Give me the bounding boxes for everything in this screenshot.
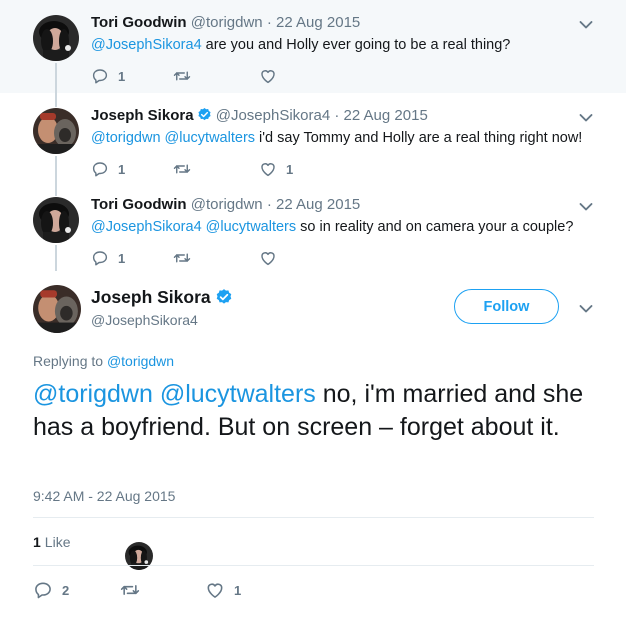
tweet-date[interactable]: 22 Aug 2015	[276, 14, 360, 31]
like-icon	[205, 580, 225, 600]
like-icon	[259, 67, 277, 85]
tweet-body: so in reality and on camera your a coupl…	[296, 219, 574, 235]
thread-connector	[55, 93, 57, 107]
mention-link[interactable]: @torigdwn @lucytwalters	[33, 380, 316, 408]
chevron-down-icon[interactable]	[579, 202, 593, 212]
reply-count: 1	[118, 161, 126, 177]
display-name[interactable]: Tori Goodwin	[91, 14, 187, 31]
tweet-header: Tori Goodwin @torigdwn · 22 Aug 2015	[91, 14, 360, 31]
reply-button[interactable]: 2	[33, 580, 120, 600]
reply-icon	[33, 580, 53, 600]
mention-link[interactable]: @torigdwn @lucytwalters	[91, 130, 255, 146]
mention-link[interactable]: @JosephSikora4	[91, 37, 202, 53]
thread-connector	[55, 182, 57, 196]
reply-icon	[91, 249, 109, 267]
like-button[interactable]: 1	[205, 580, 275, 600]
retweet-button[interactable]	[120, 580, 205, 600]
like-button[interactable]	[259, 67, 329, 85]
mention-link[interactable]: @JosephSikora4 @lucytwalters	[91, 219, 296, 235]
separator-dot: ·	[266, 196, 272, 213]
separator-dot: ·	[266, 14, 272, 31]
verified-badge-icon	[197, 107, 212, 122]
retweet-button[interactable]	[173, 160, 259, 178]
user-handle[interactable]: @torigdwn	[191, 14, 263, 31]
tweet-body: are you and Holly ever going to be a rea…	[201, 37, 511, 53]
replying-prefix: Replying to	[33, 353, 107, 369]
retweet-button[interactable]	[173, 249, 259, 267]
like-count: 1	[286, 161, 294, 177]
avatar[interactable]	[33, 285, 81, 333]
like-count: 1	[234, 582, 242, 598]
tweet-date[interactable]: 22 Aug 2015	[344, 107, 428, 124]
avatar[interactable]	[33, 15, 79, 61]
display-name: Joseph Sikora	[91, 287, 233, 308]
thread-tweet[interactable]: Joseph Sikora @JosephSikora4 · 22 Aug 20…	[0, 93, 626, 182]
tweet-text: @JosephSikora4 are you and Holly ever go…	[91, 37, 510, 53]
reply-icon	[91, 160, 109, 178]
replying-to: Replying to @torigdwn	[33, 353, 174, 369]
retweet-icon	[173, 249, 191, 267]
display-name[interactable]: Joseph Sikora	[91, 107, 194, 124]
thread-connector	[55, 63, 57, 93]
user-handle[interactable]: @JosephSikora4	[91, 312, 198, 328]
like-stat-label[interactable]: Like	[45, 534, 71, 550]
tweet-actions: 1	[91, 248, 329, 268]
reply-count: 2	[62, 582, 70, 598]
like-icon	[259, 249, 277, 267]
avatar[interactable]	[33, 108, 79, 154]
tweet-header: Joseph Sikora @JosephSikora4 · 22 Aug 20…	[91, 107, 428, 124]
separator-dot: ·	[334, 107, 340, 124]
focused-tweet: Joseph Sikora @JosephSikora4 Follow Repl…	[0, 271, 626, 619]
thread-tweet[interactable]: Tori Goodwin @torigdwn · 22 Aug 2015 @Jo…	[0, 0, 626, 93]
thread-tweet[interactable]: Tori Goodwin @torigdwn · 22 Aug 2015 @Jo…	[0, 182, 626, 271]
tweet-text: @torigdwn @lucytwalters i'd say Tommy an…	[91, 130, 582, 146]
divider	[33, 517, 594, 518]
user-handle[interactable]: @torigdwn	[191, 196, 263, 213]
tweet-text: @torigdwn @lucytwalters no, i'm married …	[33, 378, 598, 444]
tweet-actions: 1	[91, 66, 329, 86]
follow-button[interactable]: Follow	[454, 289, 559, 324]
like-stat-count[interactable]: 1	[33, 534, 41, 550]
reply-count: 1	[118, 250, 126, 266]
display-name-text[interactable]: Joseph Sikora	[91, 287, 211, 307]
tweet-text: @JosephSikora4 @lucytwalters so in reali…	[91, 219, 573, 235]
reply-button[interactable]: 1	[91, 160, 173, 178]
tweet-timestamp[interactable]: 9:42 AM - 22 Aug 2015	[33, 488, 175, 504]
tweet-body: i'd say Tommy and Holly are a real thing…	[255, 130, 583, 146]
tweet-actions: 1 1	[91, 159, 329, 179]
thread-connector	[55, 156, 57, 182]
verified-badge-icon	[215, 288, 233, 306]
reply-button[interactable]: 1	[91, 67, 173, 85]
retweet-icon	[173, 160, 191, 178]
tweet-actions: 2 1	[33, 579, 275, 601]
like-icon	[259, 160, 277, 178]
display-name[interactable]: Tori Goodwin	[91, 196, 187, 213]
retweet-button[interactable]	[173, 67, 259, 85]
thread-connector	[55, 245, 57, 271]
like-button[interactable]: 1	[259, 160, 329, 178]
replying-to-link[interactable]: @torigdwn	[107, 353, 174, 369]
tweet-header: Tori Goodwin @torigdwn · 22 Aug 2015	[91, 196, 360, 213]
tweet-stats: 1 Like	[33, 528, 120, 556]
retweet-icon	[120, 580, 140, 600]
chevron-down-icon[interactable]	[579, 113, 593, 123]
retweet-icon	[173, 67, 191, 85]
like-button[interactable]	[259, 249, 329, 267]
divider	[33, 565, 594, 566]
avatar[interactable]	[33, 197, 79, 243]
reply-button[interactable]: 1	[91, 249, 173, 267]
user-handle[interactable]: @JosephSikora4	[216, 107, 330, 124]
reply-count: 1	[118, 68, 126, 84]
chevron-down-icon[interactable]	[579, 304, 593, 314]
reply-icon	[91, 67, 109, 85]
chevron-down-icon[interactable]	[579, 20, 593, 30]
tweet-date[interactable]: 22 Aug 2015	[276, 196, 360, 213]
